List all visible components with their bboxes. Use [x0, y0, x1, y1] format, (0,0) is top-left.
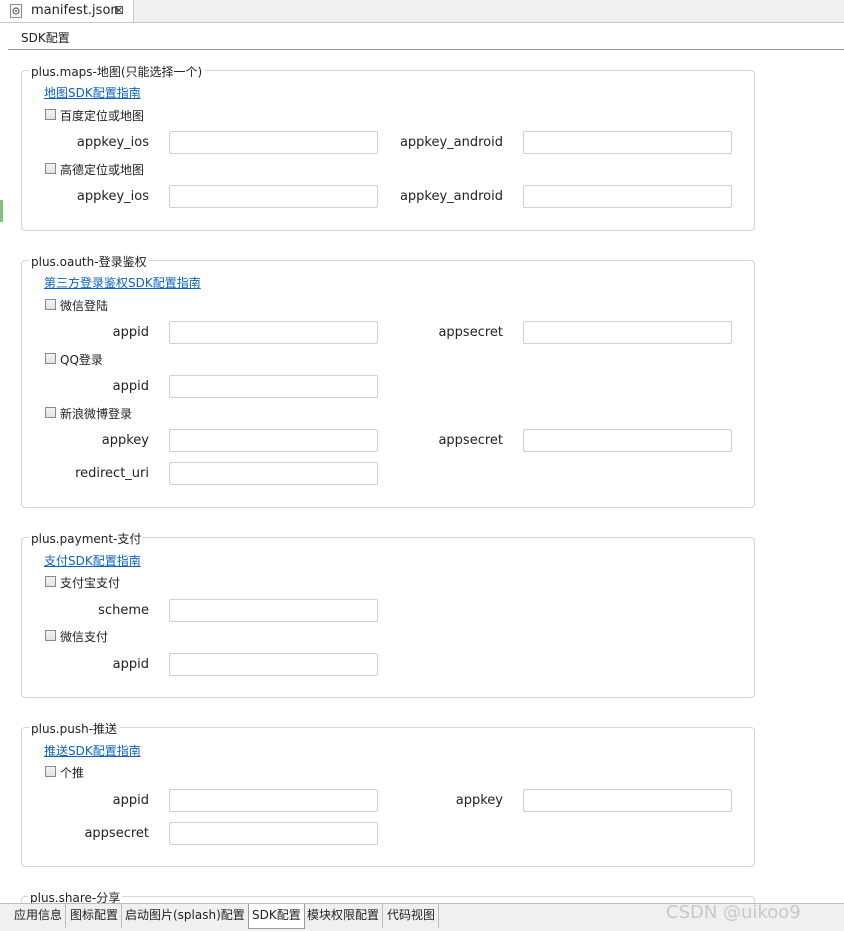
amap-appkey-ios-label: appkey_ios — [76, 189, 149, 204]
wxpay-appid-label: appid — [112, 657, 149, 672]
sina-login-label: 新浪微博登录 — [60, 407, 133, 421]
push-guide-link[interactable]: 推送SDK配置指南 — [44, 742, 141, 759]
maps-guide-link[interactable]: 地图SDK配置指南 — [44, 84, 141, 101]
getui-appkey-label: appkey — [455, 793, 503, 808]
baidu-appkey-android-label: appkey_android — [399, 135, 503, 150]
getui-appid-input[interactable] — [169, 789, 378, 812]
change-marker — [0, 200, 3, 222]
amap-label: 高德定位或地图 — [60, 163, 145, 177]
tab-permissions[interactable]: 模块权限配置 — [304, 904, 384, 928]
getui-appsecret-label: appsecret — [84, 826, 149, 841]
amap-appkey-ios-input[interactable] — [169, 185, 378, 208]
getui-appid-label: appid — [112, 793, 149, 808]
weixin-appsecret-input[interactable] — [523, 321, 732, 344]
baidu-appkey-ios-label: appkey_ios — [76, 135, 149, 150]
weixin-login-checkbox[interactable] — [45, 299, 56, 310]
weixin-appid-label: appid — [112, 325, 149, 340]
tab-code-view[interactable]: 代码视图 — [384, 904, 440, 928]
payment-legend: plus.payment-支付 — [29, 530, 144, 547]
sina-redirect-uri-input[interactable] — [169, 462, 378, 485]
baidu-appkey-ios-input[interactable] — [169, 131, 378, 154]
alipay-checkbox[interactable] — [45, 576, 56, 587]
tab-sdk-config[interactable]: SDK配置 — [248, 904, 305, 929]
wxpay-appid-input[interactable] — [169, 653, 378, 676]
page-title: SDK配置 — [21, 31, 70, 45]
sina-appkey-label: appkey — [101, 433, 149, 448]
oauth-legend: plus.oauth-登录鉴权 — [29, 253, 149, 270]
divider — [8, 49, 844, 50]
json-file-icon — [10, 4, 22, 18]
maps-legend: plus.maps-地图(只能选择一个) — [29, 63, 205, 80]
baidu-appkey-android-input[interactable] — [523, 131, 732, 154]
tab-icon-config[interactable]: 图标配置 — [67, 904, 123, 928]
baidu-map-label: 百度定位或地图 — [60, 109, 145, 123]
close-icon[interactable]: ⊠ — [114, 3, 124, 17]
qq-login-checkbox[interactable] — [45, 353, 56, 364]
qq-login-label: QQ登录 — [60, 353, 103, 367]
weixin-login-label: 微信登陆 — [60, 299, 109, 313]
getui-appkey-input[interactable] — [523, 789, 732, 812]
payment-guide-link[interactable]: 支付SDK配置指南 — [44, 552, 141, 569]
wxpay-checkbox[interactable] — [45, 630, 56, 641]
amap-appkey-android-label: appkey_android — [399, 189, 503, 204]
baidu-map-checkbox[interactable] — [45, 109, 56, 120]
qq-appid-input[interactable] — [169, 375, 378, 398]
editor-tab-title: manifest.json — [31, 3, 119, 18]
sina-login-checkbox[interactable] — [45, 407, 56, 418]
getui-appsecret-input[interactable] — [169, 822, 378, 845]
alipay-scheme-label: scheme — [98, 603, 149, 618]
push-legend: plus.push-推送 — [29, 720, 120, 737]
tab-app-info[interactable]: 应用信息 — [11, 904, 67, 928]
payment-group: plus.payment-支付 支付SDK配置指南 支付宝支付 scheme 微… — [21, 530, 755, 698]
watermark: CSDN @uikoo9 — [666, 902, 801, 923]
tab-splash-config[interactable]: 启动图片(splash)配置 — [122, 904, 249, 928]
amap-appkey-android-input[interactable] — [523, 185, 732, 208]
sina-redirect-uri-label: redirect_uri — [75, 466, 149, 481]
oauth-guide-link[interactable]: 第三方登录鉴权SDK配置指南 — [44, 274, 201, 291]
alipay-scheme-input[interactable] — [169, 599, 378, 622]
push-group: plus.push-推送 推送SDK配置指南 个推 appid appkey a… — [21, 720, 755, 867]
editor-tab-manifest[interactable]: manifest.json ⊠ — [0, 0, 134, 22]
sina-appsecret-input[interactable] — [523, 429, 732, 452]
wxpay-label: 微信支付 — [60, 630, 109, 644]
amap-checkbox[interactable] — [45, 163, 56, 174]
sina-appsecret-label: appsecret — [438, 433, 503, 448]
qq-appid-label: appid — [112, 379, 149, 394]
oauth-group: plus.oauth-登录鉴权 第三方登录鉴权SDK配置指南 微信登陆 appi… — [21, 253, 755, 508]
sina-appkey-input[interactable] — [169, 429, 378, 452]
getui-label: 个推 — [60, 766, 85, 780]
weixin-appsecret-label: appsecret — [438, 325, 503, 340]
maps-group: plus.maps-地图(只能选择一个) 地图SDK配置指南 百度定位或地图 a… — [21, 63, 755, 231]
alipay-label: 支付宝支付 — [60, 576, 121, 590]
getui-checkbox[interactable] — [45, 766, 56, 777]
weixin-appid-input[interactable] — [169, 321, 378, 344]
